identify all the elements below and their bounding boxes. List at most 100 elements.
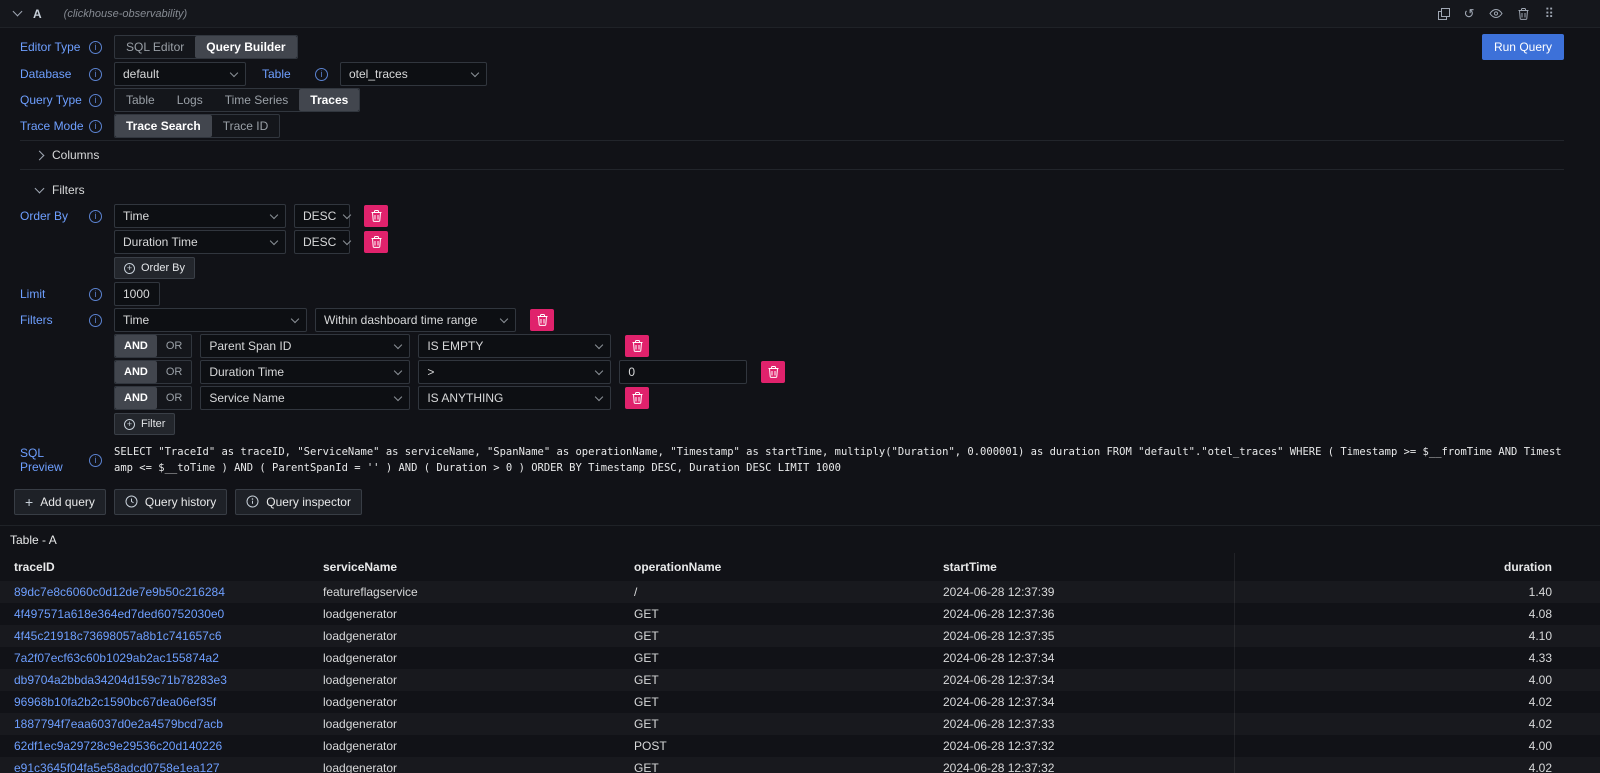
column-header-duration[interactable]: duration <box>1234 553 1600 581</box>
filters-label: Filters <box>20 313 106 327</box>
table-row: 4f45c21918c73698057a8b1c741657c6 loadgen… <box>0 625 1600 647</box>
query-type-option-time-series[interactable]: Time Series <box>214 89 300 111</box>
trace-mode-option-trace-search[interactable]: Trace Search <box>115 115 212 137</box>
history-icon[interactable]: ↺ <box>1464 7 1475 20</box>
conjunction-or[interactable]: OR <box>157 335 192 357</box>
table-row: db9704a2bbda34204d159c71b78283e3 loadgen… <box>0 669 1600 691</box>
add-query-button[interactable]: + Add query <box>14 489 106 515</box>
query-type-option-traces[interactable]: Traces <box>299 89 359 111</box>
table-select[interactable]: otel_traces <box>340 62 487 86</box>
order-by-row-1: Order By Time DESC <box>20 204 1564 228</box>
info-icon <box>246 495 259 508</box>
filter-operator-select[interactable]: IS ANYTHING <box>418 386 611 410</box>
trash-icon[interactable] <box>1518 8 1529 20</box>
editor-type-row: Editor Type SQL Editor Query Builder Run… <box>20 34 1564 60</box>
query-history-button[interactable]: Query history <box>114 489 227 515</box>
service-name-cell: loadgenerator <box>310 757 621 773</box>
order-by-direction-select[interactable]: DESC <box>294 230 350 254</box>
info-icon[interactable] <box>89 120 102 133</box>
database-select[interactable]: default <box>114 62 246 86</box>
filters-section-toggle[interactable]: Filters <box>20 176 1564 204</box>
info-icon[interactable] <box>89 288 102 301</box>
duration-cell: 4.02 <box>1234 713 1600 735</box>
info-icon[interactable] <box>315 68 328 81</box>
trace-id-link[interactable]: 4f45c21918c73698057a8b1c741657c6 <box>14 629 222 643</box>
trace-mode-row: Trace Mode Trace Search Trace ID <box>20 114 1564 138</box>
plus-icon: + <box>25 495 33 509</box>
info-icon[interactable] <box>89 41 102 54</box>
info-icon[interactable] <box>89 454 102 467</box>
limit-input[interactable] <box>114 282 160 306</box>
trace-mode-option-trace-id[interactable]: Trace ID <box>212 115 280 137</box>
conjunction-or[interactable]: OR <box>157 387 192 409</box>
collapse-chevron-icon[interactable] <box>13 7 23 17</box>
column-header-servicename[interactable]: serviceName <box>310 553 621 581</box>
filter-value-input[interactable] <box>619 360 747 384</box>
trace-id-link[interactable]: e91c3645f04fa5e58adcd0758e1ea127 <box>14 761 220 773</box>
query-type-option-table[interactable]: Table <box>115 89 166 111</box>
table-label: Table <box>262 67 332 81</box>
filter-operator-select[interactable]: > <box>418 360 611 384</box>
conjunction-and[interactable]: AND <box>115 335 157 357</box>
conjunction-or[interactable]: OR <box>157 361 192 383</box>
info-icon[interactable] <box>89 210 102 223</box>
filter-field-select[interactable]: Service Name <box>200 386 410 410</box>
editor-type-option-query-builder[interactable]: Query Builder <box>195 36 296 58</box>
column-header-operationname[interactable]: operationName <box>621 553 930 581</box>
operation-name-cell: GET <box>621 603 930 625</box>
order-by-direction-select[interactable]: DESC <box>294 204 350 228</box>
column-header-starttime[interactable]: startTime <box>930 553 1234 581</box>
limit-label: Limit <box>20 287 106 301</box>
trace-id-link[interactable]: 4f497571a618e364ed7ded60752030e0 <box>14 607 224 621</box>
eye-icon[interactable] <box>1489 9 1503 18</box>
order-by-field-select[interactable]: Time <box>114 204 286 228</box>
remove-filter-button[interactable] <box>530 309 554 331</box>
query-inspector-button[interactable]: Query inspector <box>235 489 362 515</box>
remove-filter-button[interactable] <box>625 387 649 409</box>
remove-filter-button[interactable] <box>761 361 785 383</box>
remove-order-by-button[interactable] <box>364 205 388 227</box>
conjunction-and[interactable]: AND <box>115 387 157 409</box>
add-order-by-button[interactable]: Order By <box>114 257 195 279</box>
add-filter-button[interactable]: Filter <box>114 413 175 435</box>
remove-filter-button[interactable] <box>625 335 649 357</box>
start-time-cell: 2024-06-28 12:37:36 <box>930 603 1234 625</box>
remove-order-by-button[interactable] <box>364 231 388 253</box>
start-time-cell: 2024-06-28 12:37:39 <box>930 581 1234 603</box>
filters-time-row: Filters Time Within dashboard time range <box>20 308 1564 332</box>
duration-cell: 4.00 <box>1234 735 1600 757</box>
query-row-actions: ↺ ⠿ <box>1438 7 1554 20</box>
query-type-option-logs[interactable]: Logs <box>166 89 214 111</box>
trace-id-link[interactable]: 7a2f07ecf63c60b1029ab2ac155874a2 <box>14 651 219 665</box>
filter-field-select[interactable]: Parent Span ID <box>200 334 410 358</box>
run-query-button[interactable]: Run Query <box>1482 34 1564 60</box>
info-icon[interactable] <box>89 68 102 81</box>
filter-field-select[interactable]: Time <box>114 308 307 332</box>
filter-field-select[interactable]: Duration Time <box>200 360 410 384</box>
trace-id-link[interactable]: db9704a2bbda34204d159c71b78283e3 <box>14 673 227 687</box>
service-name-cell: loadgenerator <box>310 735 621 757</box>
column-header-traceid[interactable]: traceID <box>0 553 310 581</box>
trace-id-link[interactable]: 96968b10fa2b2c1590bc67dea06ef35f <box>14 695 216 709</box>
chevron-down-icon <box>471 68 479 76</box>
info-icon[interactable] <box>89 314 102 327</box>
chevron-right-icon <box>35 150 45 160</box>
duplicate-icon[interactable] <box>1438 8 1449 19</box>
operation-name-cell: GET <box>621 757 930 773</box>
conjunction-and[interactable]: AND <box>115 361 157 383</box>
duration-cell: 4.08 <box>1234 603 1600 625</box>
table-row: 89dc7e8c6060c0d12de7e9b50c216284 feature… <box>0 581 1600 603</box>
info-icon[interactable] <box>89 94 102 107</box>
order-by-field-select[interactable]: Duration Time <box>114 230 286 254</box>
trace-id-link[interactable]: 62df1ec9a29728c9e29536c20d140226 <box>14 739 222 753</box>
editor-type-option-sql-editor[interactable]: SQL Editor <box>115 36 195 58</box>
drag-handle-icon[interactable]: ⠿ <box>1544 7 1554 20</box>
service-name-cell: loadgenerator <box>310 625 621 647</box>
columns-section-toggle[interactable]: Columns <box>20 140 1564 170</box>
trace-id-link[interactable]: 89dc7e8c6060c0d12de7e9b50c216284 <box>14 585 225 599</box>
service-name-cell: loadgenerator <box>310 669 621 691</box>
operation-name-cell: GET <box>621 691 930 713</box>
trace-id-link[interactable]: 1887794f7eaa6037d0e2a4579bcd7acb <box>14 717 223 731</box>
filter-operator-select[interactable]: IS EMPTY <box>418 334 611 358</box>
filter-operator-select[interactable]: Within dashboard time range <box>315 308 516 332</box>
